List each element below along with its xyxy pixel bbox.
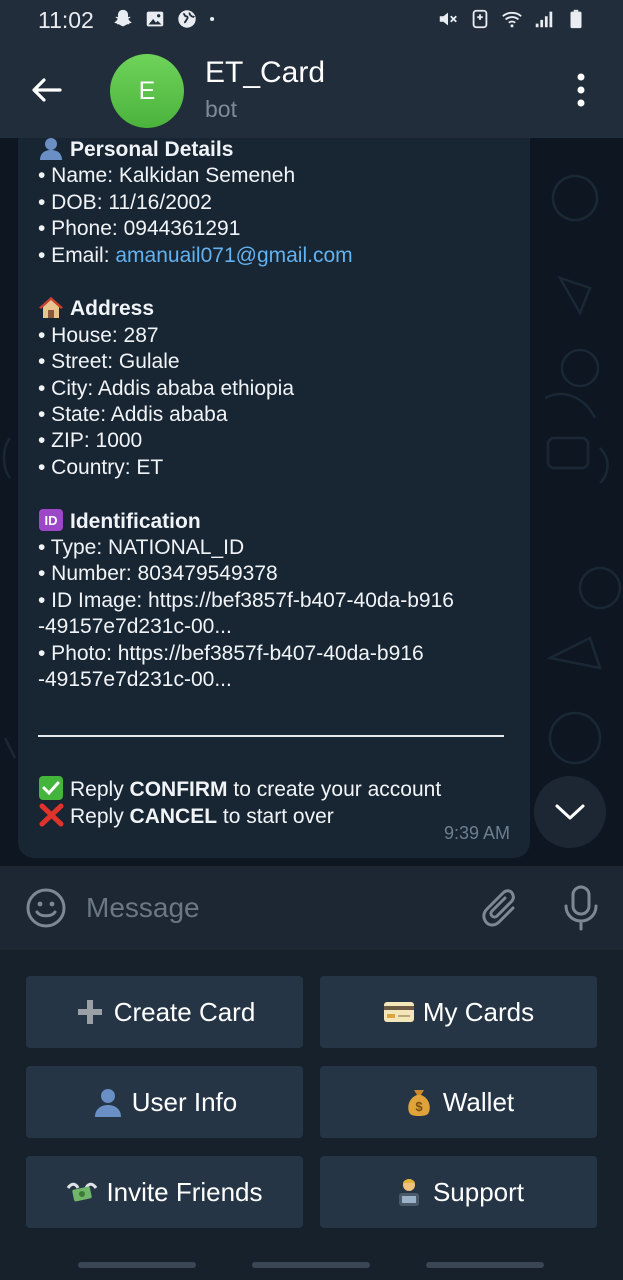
confirm-suffix: to create your account: [227, 777, 442, 801]
paperclip-icon[interactable]: [478, 886, 520, 930]
house-line: • House: 287: [38, 323, 159, 347]
credit-card-icon: [383, 1002, 414, 1022]
mute-icon: [439, 12, 457, 26]
invite-friends-label: Invite Friends: [106, 1176, 263, 1207]
id-image-line-cont: -49157e7d231c-00...: [38, 615, 232, 639]
identification-heading: ID Identification: [38, 508, 508, 535]
nav-recent-handle[interactable]: [78, 1262, 196, 1268]
chevron-down-icon: [555, 804, 585, 820]
user-info-button[interactable]: User Info: [26, 1066, 303, 1138]
more-vert-icon[interactable]: [566, 68, 596, 112]
confirm-line: Reply CONFIRM to create your account: [38, 775, 508, 803]
email-line: • Email: amanuail071@gmail.com: [38, 243, 508, 269]
emoji-icon[interactable]: [25, 887, 67, 929]
nav-home-handle[interactable]: [252, 1262, 370, 1268]
back-arrow-icon[interactable]: [26, 70, 66, 110]
chat-header: E ET_Card bot: [0, 40, 623, 138]
support-label: Support: [432, 1176, 525, 1207]
support-button[interactable]: Support: [320, 1156, 597, 1228]
money-bag-icon: $: [408, 1090, 430, 1116]
bot-keyboard: Create Card My Cards User Info $ Wallet I…: [0, 950, 623, 1250]
zip-line: • ZIP: 1000: [38, 429, 143, 453]
cancel-keyword: CANCEL: [129, 805, 218, 829]
photo-line-cont: -49157e7d231c-00...: [38, 668, 232, 692]
data-saver-icon: [472, 9, 488, 29]
dob-line: • DOB: 11/16/2002: [38, 190, 212, 214]
nav-back-handle[interactable]: [426, 1262, 544, 1268]
system-nav-bar: [0, 1250, 623, 1280]
wallet-button[interactable]: $ Wallet: [320, 1066, 597, 1138]
personal-details-heading: Personal Details: [38, 138, 508, 163]
signal-icon: [535, 11, 553, 28]
gallery-icon: [146, 11, 164, 27]
chat-area[interactable]: Personal Details • Name: Kalkidan Semene…: [0, 138, 623, 866]
invite-friends-button[interactable]: Invite Friends: [26, 1156, 303, 1228]
country-line: • Country: ET: [38, 455, 164, 479]
status-time: 11:02: [38, 7, 94, 33]
my-cards-label: My Cards: [422, 996, 535, 1027]
id-image-line: • ID Image: https://bef3857f-b407-40da-b…: [38, 588, 454, 612]
svg-text:$: $: [415, 1099, 423, 1114]
cancel-suffix: to start over: [217, 805, 334, 829]
plus-icon: [77, 1000, 102, 1024]
technologist-icon: [398, 1179, 419, 1206]
message-input[interactable]: [86, 888, 456, 928]
person-silhouette-icon: [40, 138, 62, 160]
email-label: • Email:: [38, 243, 116, 267]
name-line: • Name: Kalkidan Semeneh: [38, 164, 296, 188]
person-silhouette-icon: [94, 1089, 121, 1117]
cancel-line: Reply CANCEL to start over: [38, 803, 508, 830]
user-info-label: User Info: [131, 1086, 238, 1117]
status-left-icons: [112, 8, 222, 30]
create-card-button[interactable]: Create Card: [26, 976, 303, 1048]
status-bar: 11:02: [0, 0, 623, 40]
personal-heading-text: Personal Details: [70, 138, 234, 161]
address-heading-text: Address: [70, 297, 155, 321]
message-bubble[interactable]: Personal Details • Name: Kalkidan Semene…: [18, 138, 530, 858]
avatar[interactable]: E: [110, 54, 184, 128]
microphone-icon[interactable]: [560, 884, 602, 932]
photo-line: • Photo: https://bef3857f-b407-40da-b916: [38, 641, 424, 665]
confirm-keyword: CONFIRM: [129, 777, 228, 801]
phone-line: • Phone: 0944361291: [38, 217, 241, 241]
avatar-letter: E: [138, 76, 156, 105]
house-icon: [39, 297, 63, 319]
street-line: • Street: Gulale: [38, 350, 180, 374]
my-cards-button[interactable]: My Cards: [320, 976, 597, 1048]
identification-heading-text: Identification: [70, 509, 201, 533]
snapchat-icon: [114, 9, 132, 27]
dot-icon: [210, 16, 215, 22]
state-line: • State: Addis ababa: [38, 403, 228, 427]
email-link[interactable]: amanuail071@gmail.com: [115, 244, 352, 267]
id-badge-icon: ID: [39, 508, 63, 531]
create-card-label: Create Card: [113, 996, 256, 1027]
city-line: • City: Addis ababa ethiopia: [38, 376, 295, 400]
message-input-bar: [0, 866, 623, 950]
money-with-wings-icon: [67, 1182, 98, 1202]
browser-icon: [178, 10, 196, 28]
check-mark-icon: [39, 775, 63, 800]
address-heading: Address: [38, 295, 508, 322]
status-right-icons: [437, 8, 587, 30]
confirm-prefix: Reply: [70, 777, 130, 801]
message-text: Personal Details • Name: Kalkidan Semene…: [38, 138, 508, 831]
wallet-label: Wallet: [442, 1086, 515, 1117]
cross-mark-icon: [39, 803, 64, 827]
battery-icon: [570, 9, 582, 29]
id-number-line: • Number: 803479549378: [38, 562, 278, 586]
cancel-prefix: Reply: [70, 805, 130, 829]
chat-subtitle: bot: [205, 96, 237, 122]
wifi-icon: [502, 11, 522, 28]
message-time: 9:39 AM: [443, 823, 510, 843]
id-type-line: • Type: NATIONAL_ID: [38, 536, 245, 560]
chat-title[interactable]: ET_Card: [205, 56, 325, 90]
scroll-down-button[interactable]: [534, 776, 606, 848]
svg-text:ID: ID: [45, 513, 58, 528]
